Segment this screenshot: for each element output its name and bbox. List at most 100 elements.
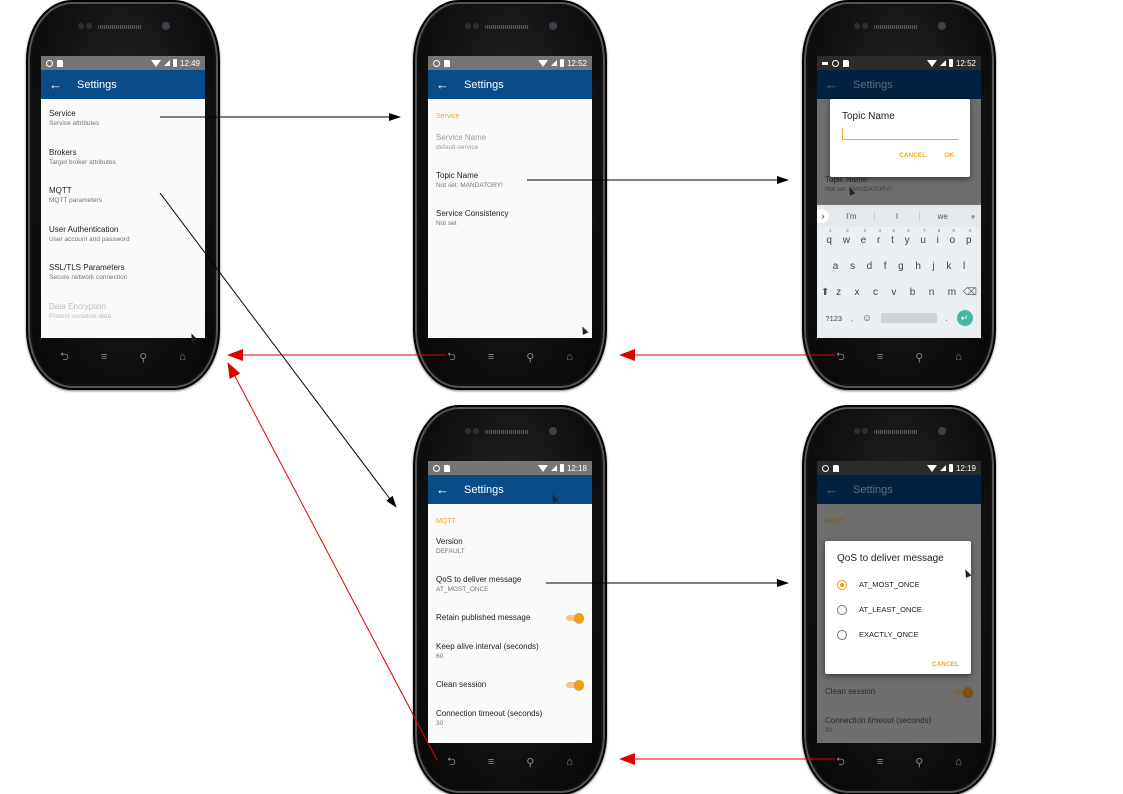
- key-a[interactable]: a: [833, 261, 839, 272]
- nav-home-icon[interactable]: ⌂: [955, 756, 962, 768]
- topic-name-input[interactable]: [842, 128, 958, 140]
- suggestion[interactable]: we: [920, 212, 965, 221]
- comma-key[interactable]: ,: [851, 314, 853, 323]
- retain-toggle[interactable]: [566, 613, 584, 623]
- enter-key-icon[interactable]: ↵: [956, 310, 973, 326]
- settings-item-clean-session[interactable]: Clean session: [428, 680, 592, 709]
- settings-item-service-consistency[interactable]: Service Consistency Not set: [428, 209, 592, 247]
- nav-search-icon[interactable]: ⚲: [915, 756, 923, 769]
- item-subtitle: Not set: MANDATORY!: [436, 182, 503, 189]
- key-j[interactable]: j: [932, 261, 934, 272]
- suggestion[interactable]: I: [875, 211, 921, 221]
- space-bar[interactable]: [880, 313, 937, 323]
- cancel-button[interactable]: CANCEL: [899, 152, 926, 159]
- nav-back-icon[interactable]: ⮌: [836, 348, 845, 367]
- nav-back-icon[interactable]: ⮌: [447, 753, 456, 772]
- qos-option-exactly-once[interactable]: EXACTLY_ONCE: [837, 622, 959, 647]
- key-v[interactable]: v: [891, 287, 896, 298]
- settings-item-topic-name[interactable]: Topic Name Not set: MANDATORY!: [428, 171, 592, 209]
- settings-item-retain-published[interactable]: Retain published message: [428, 613, 592, 642]
- nav-menu-icon[interactable]: ≡: [877, 351, 883, 363]
- settings-item-connection-timeout[interactable]: Connection timeout (seconds) 30: [428, 709, 592, 743]
- settings-item-service[interactable]: Service Service attributes: [41, 109, 205, 148]
- item-title: QoS to deliver message: [436, 575, 522, 584]
- emoji-icon[interactable]: ☺: [862, 313, 872, 324]
- key-i[interactable]: i: [937, 235, 939, 246]
- symbols-key[interactable]: ?123: [825, 314, 842, 323]
- settings-item-version[interactable]: Version DEFAULT: [428, 537, 592, 575]
- nav-search-icon[interactable]: ⚲: [526, 351, 534, 364]
- key-x[interactable]: x: [855, 287, 860, 298]
- settings-item-brokers[interactable]: Brokers Target broker attributes: [41, 148, 205, 187]
- settings-item-keep-alive[interactable]: Keep alive interval (seconds) 60: [428, 642, 592, 680]
- suggestion[interactable]: I'm: [829, 211, 875, 221]
- key-e[interactable]: e: [861, 235, 867, 246]
- key-b[interactable]: b: [910, 287, 916, 298]
- nav-home-icon[interactable]: ⌂: [566, 351, 573, 363]
- qos-option-at-least-once[interactable]: AT_LEAST_ONCE: [837, 597, 959, 622]
- settings-item-user-authentication[interactable]: User Authentication User account and pas…: [41, 225, 205, 264]
- key-c[interactable]: c: [873, 287, 878, 298]
- earpiece-speaker: [874, 430, 918, 434]
- expand-chevron-icon[interactable]: ›: [817, 209, 829, 223]
- cancel-button[interactable]: CANCEL: [932, 661, 959, 668]
- battery-icon: [559, 464, 564, 472]
- nav-search-icon[interactable]: ⚲: [139, 351, 147, 364]
- key-d[interactable]: d: [867, 261, 873, 272]
- key-m[interactable]: m: [948, 287, 956, 298]
- settings-item-qos[interactable]: QoS to deliver message AT_MOST_ONCE: [428, 575, 592, 613]
- delete-key-icon[interactable]: ⌫: [963, 287, 977, 298]
- ok-button[interactable]: OK: [944, 152, 954, 159]
- clean-session-toggle[interactable]: [566, 680, 584, 690]
- wifi-icon: [150, 59, 161, 67]
- period-key[interactable]: .: [946, 314, 948, 323]
- radio-unselected[interactable]: [837, 629, 847, 640]
- notification-icon: [46, 59, 53, 67]
- settings-item-ssl-tls[interactable]: SSL/TLS Parameters Secure network connec…: [41, 263, 205, 302]
- nav-back-icon[interactable]: ⮌: [836, 753, 845, 772]
- key-q[interactable]: q: [826, 235, 832, 246]
- key-s[interactable]: s: [850, 261, 855, 272]
- item-title: Clean session: [825, 687, 876, 696]
- nav-home-icon[interactable]: ⌂: [179, 351, 186, 363]
- nav-search-icon[interactable]: ⚲: [915, 351, 923, 364]
- nav-home-icon[interactable]: ⌂: [566, 756, 573, 768]
- key-y[interactable]: y: [905, 235, 910, 246]
- settings-item-service-name: Service Name default-service: [428, 133, 592, 171]
- nav-menu-icon[interactable]: ≡: [488, 756, 494, 768]
- back-arrow-icon[interactable]: ←: [436, 482, 464, 497]
- key-number-hint: 3: [863, 227, 866, 233]
- shift-key-icon[interactable]: ⬆: [821, 287, 829, 298]
- nav-menu-icon[interactable]: ≡: [488, 351, 494, 363]
- key-n[interactable]: n: [929, 287, 935, 298]
- nav-search-icon[interactable]: ⚲: [526, 756, 534, 769]
- key-r[interactable]: r: [877, 235, 880, 246]
- key-f[interactable]: f: [884, 261, 887, 272]
- radio-selected[interactable]: [837, 579, 847, 590]
- key-l[interactable]: l: [963, 261, 965, 272]
- nav-back-icon[interactable]: ⮌: [447, 348, 456, 367]
- nav-back-icon[interactable]: ⮌: [60, 348, 69, 367]
- app-bar: ← Settings: [41, 70, 205, 99]
- nav-menu-icon[interactable]: ≡: [877, 756, 883, 768]
- key-g[interactable]: g: [898, 261, 904, 272]
- key-h[interactable]: h: [915, 261, 921, 272]
- back-arrow-icon[interactable]: ←: [436, 77, 464, 92]
- key-k[interactable]: k: [946, 261, 951, 272]
- qos-option-at-most-once[interactable]: AT_MOST_ONCE: [837, 572, 959, 597]
- key-o[interactable]: o: [950, 235, 956, 246]
- back-arrow-icon[interactable]: ←: [49, 77, 77, 92]
- nav-menu-icon[interactable]: ≡: [101, 351, 107, 363]
- item-title: Topic Name: [436, 171, 479, 180]
- microphone-icon[interactable]: ●: [965, 212, 981, 221]
- nav-home-icon[interactable]: ⌂: [955, 351, 962, 363]
- item-title: Clean session: [436, 680, 487, 689]
- key-u[interactable]: u: [920, 235, 926, 246]
- settings-item-mqtt[interactable]: MQTT MQTT parameters: [41, 186, 205, 225]
- key-t[interactable]: t: [891, 235, 894, 246]
- key-w[interactable]: w: [843, 235, 850, 246]
- key-p[interactable]: p: [966, 235, 972, 246]
- item-title: Service: [49, 109, 76, 118]
- key-z[interactable]: z: [836, 287, 841, 298]
- radio-unselected[interactable]: [837, 604, 847, 615]
